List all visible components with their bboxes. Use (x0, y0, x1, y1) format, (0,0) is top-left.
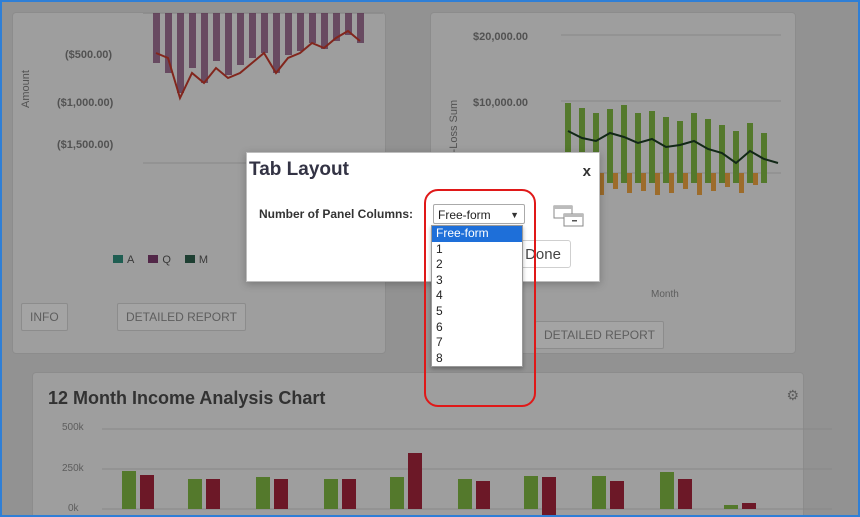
layout-icon[interactable] (553, 205, 585, 227)
close-icon[interactable]: x (583, 163, 591, 180)
panel-columns-label: Number of Panel Columns: (259, 207, 414, 221)
screenshot-frame: ($500.00) ($1,000.00) ($1,500.00) Amount… (0, 0, 860, 517)
tab-layout-dialog: Tab Layout x Number of Panel Columns: Fr… (246, 152, 600, 282)
dialog-title: Tab Layout (249, 159, 349, 180)
highlight-annotation (424, 189, 536, 407)
